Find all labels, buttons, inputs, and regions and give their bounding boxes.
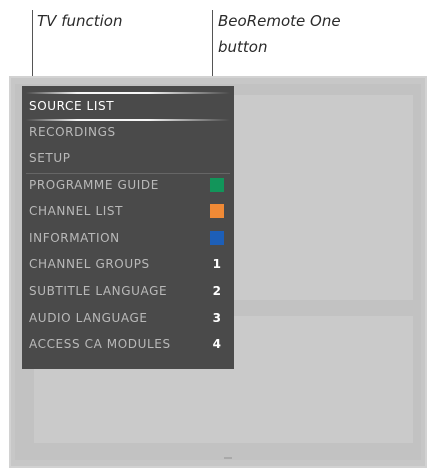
tv-menu: SOURCE LIST RECORDINGS SETUP PROGRAMME G…: [22, 86, 234, 369]
menu-item-label: SUBTITLE LANGUAGE: [29, 284, 168, 298]
menu-item-setup[interactable]: SETUP: [29, 145, 227, 171]
callout-remote-button-line1: BeoRemote One: [218, 12, 341, 30]
menu-item-label: ACCESS CA MODULES: [29, 337, 171, 351]
menu-item-label: CHANNEL GROUPS: [29, 257, 150, 271]
button-digit: 4: [212, 337, 221, 351]
button-digit: 1: [212, 257, 221, 271]
button-digit: 2: [212, 284, 221, 298]
menu-item-channel-list[interactable]: CHANNEL LIST: [29, 198, 227, 224]
screen-indicator: [224, 457, 232, 459]
blue-square-icon: [210, 231, 224, 245]
menu-item-label: CHANNEL LIST: [29, 204, 124, 218]
callout-remote-button: BeoRemote One button: [218, 8, 408, 60]
menu-item-label: PROGRAMME GUIDE: [29, 178, 159, 192]
menu-item-programme-guide[interactable]: PROGRAMME GUIDE: [29, 172, 227, 198]
green-square-icon: [210, 178, 224, 192]
menu-item-audio-language[interactable]: AUDIO LANGUAGE 3: [29, 305, 227, 331]
orange-square-icon: [210, 204, 224, 218]
menu-item-access-ca-modules[interactable]: ACCESS CA MODULES 4: [29, 331, 227, 357]
menu-item-label: INFORMATION: [29, 231, 120, 245]
callout-remote-button-line2: button: [218, 38, 268, 56]
menu-item-label: SOURCE LIST: [29, 99, 115, 113]
button-digit: 3: [212, 311, 221, 325]
callout-tv-function: TV function: [37, 12, 123, 30]
menu-item-label: RECORDINGS: [29, 125, 116, 139]
menu-item-recordings[interactable]: RECORDINGS: [29, 119, 227, 145]
screen-panel-top: [227, 95, 413, 300]
menu-item-source-list[interactable]: SOURCE LIST: [29, 93, 227, 119]
menu-item-channel-groups[interactable]: CHANNEL GROUPS 1: [29, 251, 227, 277]
menu-item-label: AUDIO LANGUAGE: [29, 311, 148, 325]
menu-item-information[interactable]: INFORMATION: [29, 225, 227, 251]
menu-item-label: SETUP: [29, 151, 71, 165]
menu-item-subtitle-language[interactable]: SUBTITLE LANGUAGE 2: [29, 278, 227, 304]
